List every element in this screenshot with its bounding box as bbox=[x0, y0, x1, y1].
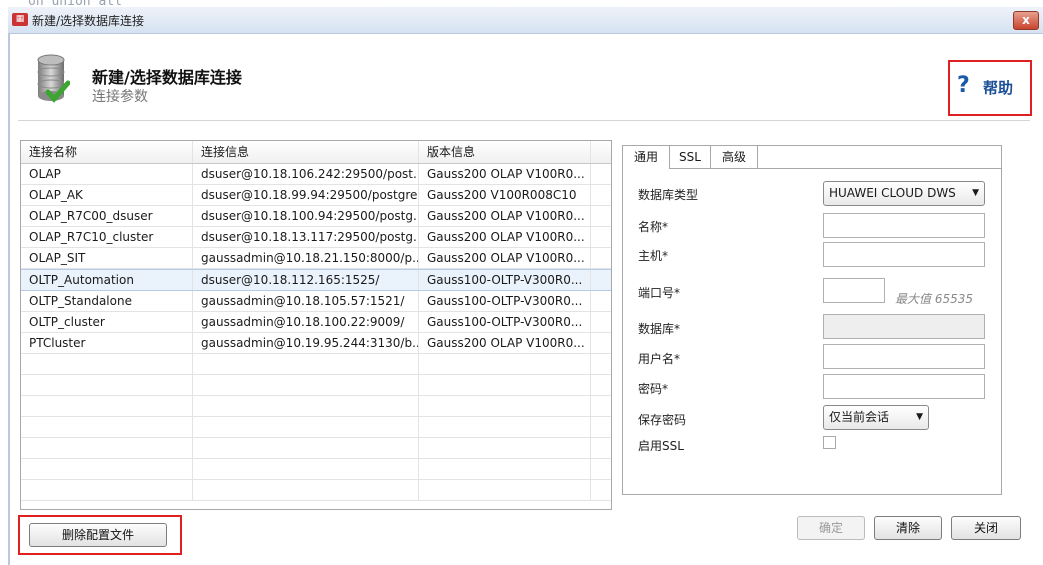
row-info: dsuser@10.18.100.94:29500/postg... bbox=[193, 206, 419, 226]
delete-profile-button[interactable]: 删除配置文件 bbox=[29, 523, 167, 547]
dialog-titlebar: ▦ 新建/选择数据库连接 x bbox=[8, 7, 1043, 34]
save-password-label: 保存密码 bbox=[638, 413, 687, 427]
dialog-title: 新建/选择数据库连接 bbox=[32, 14, 145, 28]
database-label: 数据库* bbox=[638, 322, 681, 336]
port-label: 端口号* bbox=[638, 286, 681, 300]
username-input[interactable] bbox=[823, 344, 985, 369]
row-info: gaussadmin@10.18.21.150:8000/p... bbox=[193, 248, 419, 268]
table-row-selected[interactable]: OLTP_Automation dsuser@10.18.112.165:152… bbox=[21, 269, 611, 291]
row-version: Gauss100-OLTP-V300R0... bbox=[419, 312, 591, 332]
name-input[interactable] bbox=[823, 213, 985, 238]
db-type-label: 数据库类型 bbox=[638, 188, 699, 202]
row-version: Gauss200 OLAP V100R0... bbox=[419, 227, 591, 247]
tab-general[interactable]: 通用 bbox=[623, 146, 670, 169]
table-row[interactable]: OLAP_R7C00_dsuser dsuser@10.18.100.94:29… bbox=[21, 206, 611, 227]
row-version: Gauss200 OLAP V100R0... bbox=[419, 206, 591, 226]
row-version: Gauss200 OLAP V100R0... bbox=[419, 248, 591, 268]
table-row[interactable]: OLAP_AK dsuser@10.18.99.94:29500/postgre… bbox=[21, 185, 611, 206]
column-header-extra bbox=[591, 141, 611, 163]
row-info: gaussadmin@10.19.95.244:3130/b... bbox=[193, 333, 419, 353]
empty-row bbox=[21, 417, 611, 438]
header-subtitle: 连接参数 bbox=[92, 89, 148, 105]
row-name: OLAP_R7C00_dsuser bbox=[21, 206, 193, 226]
row-version: Gauss200 OLAP V100R0... bbox=[419, 333, 591, 353]
row-info: dsuser@10.18.106.242:29500/post... bbox=[193, 164, 419, 184]
row-version: Gauss100-OLTP-V300R0... bbox=[419, 291, 591, 311]
empty-row bbox=[21, 375, 611, 396]
row-name: OLAP_AK bbox=[21, 185, 193, 205]
tab-advanced[interactable]: 高级 bbox=[711, 146, 758, 168]
question-icon[interactable]: ? bbox=[957, 73, 970, 98]
password-input[interactable] bbox=[823, 374, 985, 399]
database-check-icon bbox=[37, 54, 70, 103]
db-type-value: HUAWEI CLOUD DWS bbox=[829, 186, 956, 200]
save-password-value: 仅当前会话 bbox=[829, 410, 890, 424]
connection-settings-panel: 通用 SSL 高级 数据库类型 HUAWEI CLOUD DWS ▼ 名称* 主… bbox=[622, 145, 1002, 495]
chevron-down-icon: ▼ bbox=[916, 412, 923, 422]
username-label: 用户名* bbox=[638, 352, 681, 366]
header-divider bbox=[18, 120, 1030, 121]
table-row[interactable]: OLAP_R7C10_cluster dsuser@10.18.13.117:2… bbox=[21, 227, 611, 248]
panel-tabs: 通用 SSL 高级 bbox=[623, 146, 1001, 169]
connection-table: 连接名称 连接信息 版本信息 OLAP dsuser@10.18.106.242… bbox=[20, 140, 612, 510]
password-label: 密码* bbox=[638, 382, 669, 396]
table-header-row: 连接名称 连接信息 版本信息 bbox=[21, 141, 611, 164]
enable-ssl-checkbox[interactable] bbox=[823, 436, 836, 449]
column-header-name[interactable]: 连接名称 bbox=[21, 141, 193, 163]
empty-row bbox=[21, 396, 611, 417]
empty-row bbox=[21, 480, 611, 501]
chevron-down-icon: ▼ bbox=[972, 188, 979, 198]
port-input[interactable] bbox=[823, 278, 885, 303]
row-name: OLAP bbox=[21, 164, 193, 184]
close-button[interactable]: 关闭 bbox=[951, 516, 1021, 540]
table-row[interactable]: PTCluster gaussadmin@10.19.95.244:3130/b… bbox=[21, 333, 611, 354]
clear-button[interactable]: 清除 bbox=[874, 516, 942, 540]
column-header-info[interactable]: 连接信息 bbox=[193, 141, 419, 163]
host-input[interactable] bbox=[823, 242, 985, 267]
row-name: OLTP_Automation bbox=[21, 270, 193, 290]
row-info: dsuser@10.18.99.94:29500/postgres bbox=[193, 185, 419, 205]
empty-row bbox=[21, 354, 611, 375]
help-link[interactable]: 帮助 bbox=[983, 77, 1013, 98]
host-label: 主机* bbox=[638, 249, 669, 263]
row-version: Gauss200 OLAP V100R0... bbox=[419, 164, 591, 184]
dialog-left-border bbox=[8, 33, 10, 565]
empty-row bbox=[21, 438, 611, 459]
ok-button[interactable]: 确定 bbox=[797, 516, 865, 540]
table-row[interactable]: OLAP dsuser@10.18.106.242:29500/post... … bbox=[21, 164, 611, 185]
row-name: PTCluster bbox=[21, 333, 193, 353]
table-row[interactable]: OLTP_cluster gaussadmin@10.18.100.22:900… bbox=[21, 312, 611, 333]
table-row[interactable]: OLTP_Standalone gaussadmin@10.18.105.57:… bbox=[21, 291, 611, 312]
row-info: gaussadmin@10.18.100.22:9009/ bbox=[193, 312, 419, 332]
column-header-version[interactable]: 版本信息 bbox=[419, 141, 591, 163]
empty-row bbox=[21, 459, 611, 480]
row-version: Gauss200 V100R008C10 bbox=[419, 185, 591, 205]
row-version: Gauss100-OLTP-V300R0... bbox=[419, 270, 591, 290]
row-info: dsuser@10.18.112.165:1525/ bbox=[193, 270, 419, 290]
header-title: 新建/选择数据库连接 bbox=[92, 68, 242, 87]
row-info: gaussadmin@10.18.105.57:1521/ bbox=[193, 291, 419, 311]
tab-ssl[interactable]: SSL bbox=[670, 146, 711, 168]
row-name: OLAP_SIT bbox=[21, 248, 193, 268]
database-input[interactable] bbox=[823, 314, 985, 339]
port-max-hint: 最大值 65535 bbox=[895, 292, 973, 306]
enable-ssl-label: 启用SSL bbox=[638, 439, 684, 453]
table-row[interactable]: OLAP_SIT gaussadmin@10.18.21.150:8000/p.… bbox=[21, 248, 611, 269]
row-info: dsuser@10.18.13.117:29500/postg... bbox=[193, 227, 419, 247]
row-name: OLTP_Standalone bbox=[21, 291, 193, 311]
row-name: OLAP_R7C10_cluster bbox=[21, 227, 193, 247]
app-icon: ▦ bbox=[12, 13, 28, 26]
close-window-button[interactable]: x bbox=[1013, 11, 1039, 30]
db-type-select[interactable]: HUAWEI CLOUD DWS ▼ bbox=[823, 181, 985, 206]
row-name: OLTP_cluster bbox=[21, 312, 193, 332]
save-password-select[interactable]: 仅当前会话 ▼ bbox=[823, 405, 929, 430]
name-label: 名称* bbox=[638, 220, 669, 234]
